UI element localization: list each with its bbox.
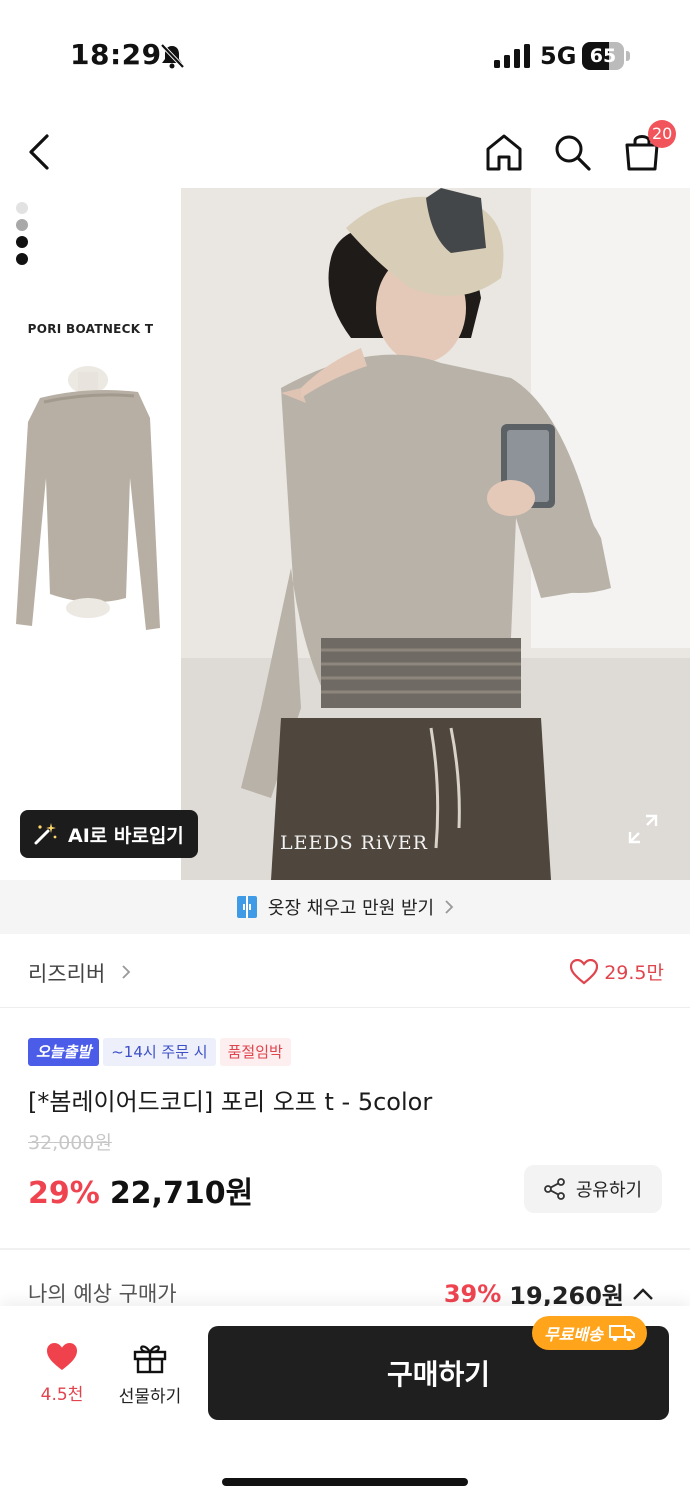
gift-button[interactable]: 선물하기: [110, 1342, 190, 1407]
status-bar: 18:29 5G 65: [0, 0, 690, 110]
expected-price-row[interactable]: 나의 예상 구매가 39% 19,260원: [0, 1262, 690, 1310]
heart-outline-icon: [570, 958, 599, 984]
share-label: 공유하기: [575, 1180, 643, 1201]
gift-label: 선물하기: [118, 1387, 182, 1407]
signal-icon: [494, 44, 530, 68]
ai-try-on-label: AI로 바로입기: [68, 824, 184, 847]
model-photo: [181, 188, 690, 880]
brand-row: 리즈리버 29.5만: [0, 934, 690, 1008]
free-shipping-badge: 무료배송: [532, 1316, 647, 1350]
order-cutoff-badge: ~14시 주문 시: [103, 1038, 216, 1066]
low-stock-badge: 품절임박: [219, 1038, 291, 1066]
chevron-right-icon: [445, 900, 454, 914]
wishlist-count: 4.5천: [40, 1385, 84, 1405]
closet-promo-banner[interactable]: 옷장 채우고 만원 받기: [0, 880, 690, 934]
free-shipping-label: 무료배송: [544, 1325, 603, 1344]
discount-rate: 29%: [28, 1176, 100, 1211]
product-code-label: PORI BOATNECK T: [27, 322, 154, 336]
share-icon: [543, 1178, 565, 1200]
brand-watermark: LEEDS RiVER: [280, 832, 428, 854]
ai-try-on-button[interactable]: AI로 바로입기: [20, 810, 198, 858]
image-pager-dots: [16, 202, 30, 270]
back-button[interactable]: [16, 128, 64, 176]
expand-icon[interactable]: [628, 814, 658, 844]
section-divider: [0, 1248, 690, 1250]
bottom-action-bar: 4.5천 선물하기 구매하기 무료배송: [0, 1306, 690, 1500]
back-arrow-icon: [29, 134, 49, 170]
express-badge: 오늘출발: [28, 1038, 100, 1066]
wishlist-button[interactable]: 4.5천: [22, 1342, 102, 1405]
top-nav-bar: [0, 110, 690, 188]
share-button[interactable]: 공유하기: [524, 1165, 662, 1213]
search-button[interactable]: [548, 128, 596, 176]
chevron-up-icon[interactable]: [632, 1287, 654, 1301]
battery-level: 65: [589, 45, 617, 67]
home-icon: [486, 134, 522, 171]
closet-icon: [236, 896, 257, 918]
bell-mute-icon: [160, 43, 185, 69]
status-time: 18:29: [70, 38, 162, 71]
magic-wand-icon: [34, 823, 57, 845]
truck-icon: [608, 1325, 635, 1342]
shirt-flatlay-image: [16, 366, 160, 630]
brand-name-link[interactable]: 리즈리버: [28, 958, 105, 988]
heart-filled-icon: [47, 1343, 77, 1370]
sale-price: 22,710원: [109, 1176, 254, 1211]
battery-icon: 65: [582, 42, 630, 70]
detail-thumbnail-panel: PORI BOATNECK T: [0, 188, 181, 880]
network-type: 5G: [540, 42, 577, 70]
product-badges: 오늘출발 ~14시 주문 시 품절임박: [28, 1038, 291, 1066]
brand-like-button[interactable]: 29.5만: [570, 958, 664, 985]
home-button[interactable]: [480, 128, 528, 176]
chevron-right-icon: [122, 965, 131, 979]
price-row: 29% 22,710원: [28, 1168, 253, 1212]
closet-banner-label: 옷장 채우고 만원 받기: [267, 898, 435, 919]
search-icon: [555, 135, 591, 171]
product-image-gallery[interactable]: PORI BOATNECK T: [0, 188, 690, 880]
expected-discount-rate: 39%: [443, 1279, 502, 1308]
expected-price-label: 나의 예상 구매가: [28, 1282, 177, 1306]
brand-like-count: 29.5만: [604, 962, 664, 984]
original-price: 32,000원: [28, 1132, 112, 1154]
product-title: [*봄레이어드코디] 포리 오프 t - 5color: [28, 1088, 433, 1116]
gift-icon: [133, 1345, 167, 1374]
home-indicator: [222, 1478, 468, 1486]
